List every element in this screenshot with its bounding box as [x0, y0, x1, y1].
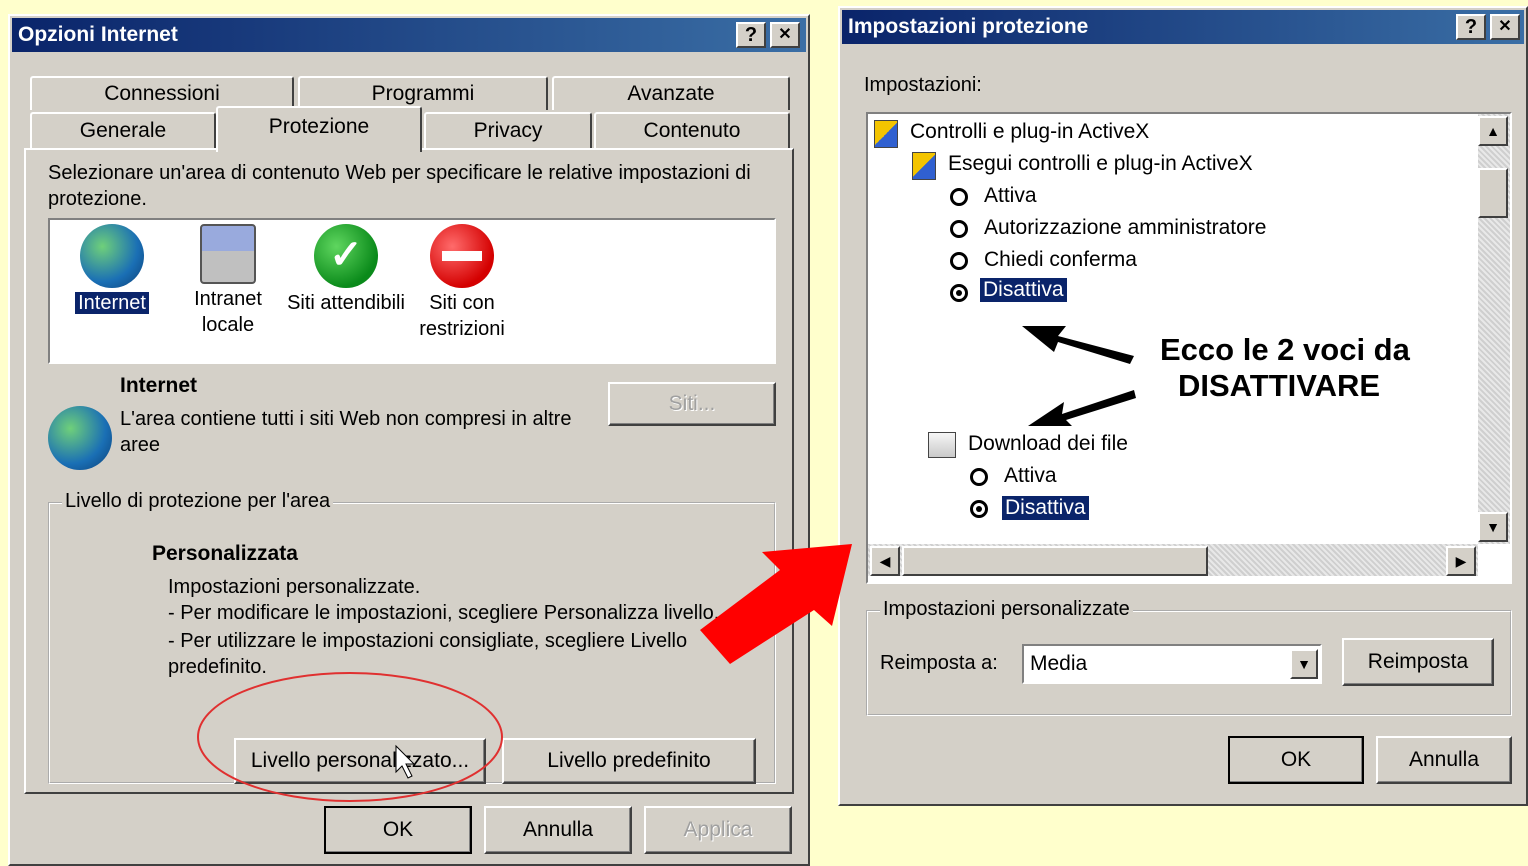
- internet-options-window: Opzioni Internet ? ✕ Connessioni Program…: [8, 14, 810, 866]
- reset-button[interactable]: Reimposta: [1342, 638, 1494, 686]
- level-name: Personalizzata: [152, 542, 298, 565]
- restricted-icon: [430, 224, 494, 288]
- option-label-selected: Disattiva: [979, 277, 1068, 303]
- tree-node-download[interactable]: Download dei file: [968, 432, 1128, 456]
- scroll-right-button[interactable]: ▶: [1446, 546, 1476, 576]
- reset-select-value: Media: [1030, 652, 1088, 675]
- zone-label: Siti con restrizioni: [419, 292, 505, 340]
- zone-label: Siti attendibili: [287, 292, 405, 314]
- radio-download-disattiva[interactable]: [970, 500, 988, 518]
- tab-panel: Selezionare un'area di contenuto Web per…: [24, 148, 794, 794]
- level-line-2: - Per modificare le impostazioni, scegli…: [168, 602, 720, 624]
- help-button[interactable]: ?: [736, 22, 766, 48]
- zone-restricted[interactable]: Siti con restrizioni: [402, 224, 522, 342]
- tree-root[interactable]: Controlli e plug-in ActiveX: [910, 120, 1149, 144]
- tab-privacy[interactable]: Privacy: [424, 112, 592, 148]
- settings-label: Impostazioni:: [864, 74, 982, 96]
- settings-tree: Controlli e plug-in ActiveX Esegui contr…: [866, 112, 1512, 584]
- title-bar: Impostazioni protezione ? ✕: [842, 10, 1524, 44]
- radio-disattiva[interactable]: [950, 284, 968, 302]
- scroll-down-button[interactable]: ▼: [1478, 512, 1508, 542]
- tab-contenuto[interactable]: Contenuto: [594, 112, 790, 148]
- vertical-thumb[interactable]: [1478, 168, 1508, 218]
- window-title: Impostazioni protezione: [848, 15, 1089, 38]
- checkmark-icon: ✓: [314, 224, 378, 288]
- close-button[interactable]: ✕: [770, 22, 800, 48]
- activex-icon: [874, 120, 898, 148]
- radio-chiedi-conferma[interactable]: [950, 252, 968, 270]
- zone-title: Internet: [120, 374, 198, 397]
- scroll-up-button[interactable]: ▲: [1478, 116, 1508, 146]
- annotation-line-2: DISATTIVARE: [1178, 368, 1381, 403]
- security-settings-window: Impostazioni protezione ? ✕ Impostazioni…: [838, 6, 1528, 806]
- arrow-up-left: [1022, 326, 1134, 364]
- globe-icon: [48, 406, 112, 470]
- cancel-button[interactable]: Annulla: [1376, 736, 1512, 784]
- option-label: Autorizzazione amministratore: [984, 216, 1267, 239]
- black-arrows: [1022, 326, 1136, 426]
- tab-generale[interactable]: Generale: [30, 112, 216, 148]
- level-line-1: Impostazioni personalizzate.: [168, 576, 421, 598]
- cancel-button[interactable]: Annulla: [484, 806, 632, 854]
- tab-connessioni[interactable]: Connessioni: [30, 76, 294, 110]
- intranet-icon: [200, 224, 256, 284]
- ok-button[interactable]: OK: [1228, 736, 1364, 784]
- group-title: Livello di protezione per l'area: [62, 490, 334, 513]
- tab-programmi[interactable]: Programmi: [298, 76, 548, 110]
- zone-label: Intranet locale: [194, 288, 262, 336]
- radio-autorizzazione[interactable]: [950, 220, 968, 238]
- radio-download-attiva[interactable]: [970, 468, 988, 486]
- intro-text: Selezionare un'area di contenuto Web per…: [48, 162, 751, 210]
- horizontal-thumb[interactable]: [902, 546, 1208, 576]
- radio-attiva[interactable]: [950, 188, 968, 206]
- option-label: Chiedi conferma: [984, 248, 1137, 271]
- zone-intranet[interactable]: Intranet locale: [168, 224, 288, 338]
- close-button[interactable]: ✕: [1490, 14, 1520, 40]
- apply-button[interactable]: Applica: [644, 806, 792, 854]
- group-title: Impostazioni personalizzate: [880, 598, 1133, 621]
- tree-node-run-activex[interactable]: Esegui controlli e plug-in ActiveX: [948, 152, 1253, 176]
- level-line-3: - Per utilizzare le impostazioni consigl…: [168, 630, 688, 678]
- annotation-line-1: Ecco le 2 voci da: [1160, 332, 1410, 367]
- title-bar: Opzioni Internet ? ✕: [12, 18, 806, 52]
- tab-avanzate[interactable]: Avanzate: [552, 76, 790, 110]
- default-level-button[interactable]: Livello predefinito: [502, 738, 756, 784]
- arrow-down-left: [1028, 390, 1136, 426]
- zone-internet[interactable]: Internet: [52, 224, 172, 316]
- option-label: Attiva: [1004, 464, 1057, 487]
- zone-list: Internet Intranet locale ✓ Siti attendib…: [48, 218, 776, 364]
- tab-protezione[interactable]: Protezione: [216, 106, 422, 152]
- ok-button[interactable]: OK: [324, 806, 472, 854]
- window-title: Opzioni Internet: [18, 23, 178, 46]
- zone-label: Internet: [75, 292, 149, 314]
- option-label: Attiva: [984, 184, 1037, 207]
- zone-trusted[interactable]: ✓ Siti attendibili: [286, 224, 406, 316]
- help-button[interactable]: ?: [1456, 14, 1486, 40]
- reset-select[interactable]: Media ▼: [1022, 644, 1322, 684]
- sites-button[interactable]: Siti...: [608, 382, 776, 426]
- scroll-left-button[interactable]: ◀: [870, 546, 900, 576]
- reset-label: Reimposta a:: [880, 652, 998, 674]
- chevron-down-icon[interactable]: ▼: [1290, 649, 1318, 679]
- download-icon: [928, 432, 956, 458]
- activex-icon: [912, 152, 936, 180]
- option-label-selected: Disattiva: [1001, 495, 1090, 521]
- globe-icon: [80, 224, 144, 288]
- zone-description: L'area contiene tutti i siti Web non com…: [120, 408, 572, 456]
- custom-level-button[interactable]: Livello personalizzato...: [234, 738, 486, 784]
